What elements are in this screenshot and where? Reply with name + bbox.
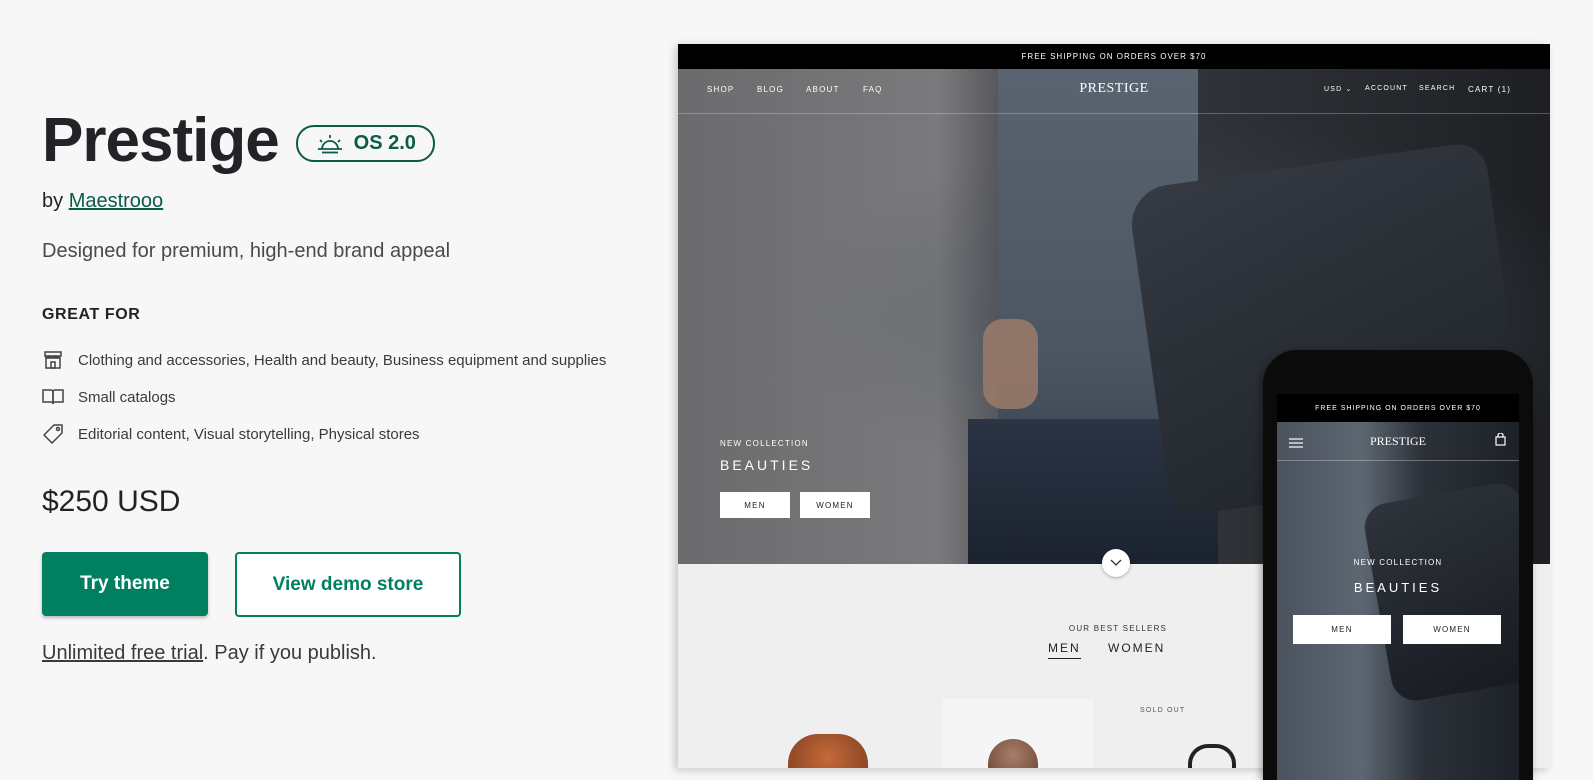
author-link[interactable]: Maestrooo	[69, 190, 164, 212]
nav-about[interactable]: ABOUT	[806, 85, 840, 94]
great-for-heading: GREAT FOR	[42, 306, 141, 323]
preview-nav: SHOP BLOG ABOUT FAQ PRESTIGE USD ⌄ ACCOU…	[678, 69, 1550, 114]
title-row: Prestige OS 2.0	[42, 105, 435, 176]
os-badge: OS 2.0	[295, 125, 435, 162]
sold-out-label: SOLD OUT	[1140, 707, 1186, 714]
theme-title: Prestige	[42, 106, 280, 175]
phone-screen: FREE SHIPPING ON ORDERS OVER $70 PRESTIG…	[1277, 394, 1519, 780]
sunrise-icon	[317, 134, 342, 153]
mobile-announcement-bar: FREE SHIPPING ON ORDERS OVER $70	[1277, 394, 1519, 422]
scroll-down-button[interactable]	[1102, 549, 1130, 577]
nav-shop[interactable]: SHOP	[707, 85, 734, 94]
feature-item: Small catalogs	[42, 386, 176, 408]
chevron-down-icon	[1110, 559, 1122, 566]
tab-women[interactable]: WOMEN	[1108, 641, 1165, 655]
best-sellers-heading: OUR BEST SELLERS	[1068, 624, 1168, 633]
mobile-hero-image	[1277, 422, 1519, 780]
badge-label: OS 2.0	[353, 132, 416, 154]
nav-blog[interactable]: BLOG	[757, 85, 784, 94]
hero-title: BEAUTIES	[720, 457, 814, 473]
hero-women-button[interactable]: WOMEN	[800, 492, 870, 518]
mobile-women-button[interactable]: WOMEN	[1403, 615, 1501, 644]
product-image-bag[interactable]	[788, 734, 868, 768]
mobile-hero-title: BEAUTIES	[1353, 580, 1443, 595]
currency-label: USD	[1324, 86, 1343, 93]
cart-bag-icon[interactable]	[1495, 432, 1506, 451]
theme-description: Designed for premium, high-end brand app…	[42, 240, 451, 262]
feature-item: Clothing and accessories, Health and bea…	[42, 349, 606, 371]
store-icon	[42, 349, 64, 371]
announcement-bar: FREE SHIPPING ON ORDERS OVER $70	[678, 44, 1550, 69]
nav-cart[interactable]: CART (1)	[1468, 85, 1511, 94]
trial-note: Unlimited free trial. Pay if you publish…	[42, 642, 377, 665]
author-line: by Maestrooo	[42, 190, 163, 213]
nav-account[interactable]: ACCOUNT	[1365, 85, 1408, 92]
tag-icon	[42, 423, 64, 445]
feature-text: Editorial content, Visual storytelling, …	[78, 425, 420, 443]
nav-currency[interactable]: USD ⌄	[1324, 85, 1353, 93]
feature-text: Small catalogs	[78, 388, 176, 406]
view-demo-store-button[interactable]: View demo store	[235, 552, 461, 617]
chevron-down-icon: ⌄	[1345, 86, 1353, 93]
preview-logo[interactable]: PRESTIGE	[1078, 81, 1150, 97]
theme-price: $250 USD	[42, 485, 181, 518]
book-icon	[42, 386, 64, 408]
mobile-logo[interactable]: PRESTIGE	[1277, 434, 1519, 449]
mobile-nav: PRESTIGE	[1277, 422, 1519, 461]
by-prefix: by	[42, 190, 64, 212]
mobile-preview: FREE SHIPPING ON ORDERS OVER $70 PRESTIG…	[1263, 350, 1533, 780]
try-theme-button[interactable]: Try theme	[42, 552, 208, 616]
tab-men[interactable]: MEN	[1048, 641, 1081, 659]
feature-item: Editorial content, Visual storytelling, …	[42, 423, 420, 445]
mobile-hero-subtitle: NEW COLLECTION	[1353, 558, 1443, 567]
nav-search[interactable]: SEARCH	[1419, 85, 1455, 92]
trial-note-text: . Pay if you publish.	[203, 642, 377, 664]
mobile-men-button[interactable]: MEN	[1293, 615, 1391, 644]
feature-text: Clothing and accessories, Health and bea…	[78, 351, 607, 369]
free-trial-link[interactable]: Unlimited free trial	[42, 642, 203, 664]
hero-subtitle: NEW COLLECTION	[720, 439, 809, 448]
hero-men-button[interactable]: MEN	[720, 492, 790, 518]
nav-faq[interactable]: FAQ	[863, 85, 883, 94]
